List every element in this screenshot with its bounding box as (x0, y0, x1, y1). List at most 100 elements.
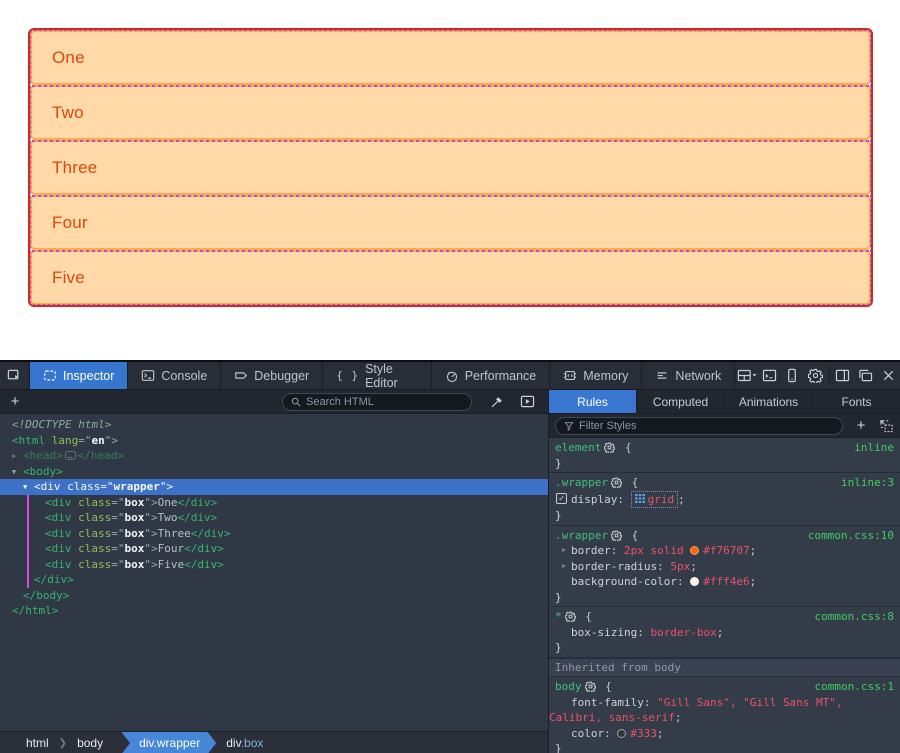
tab-console[interactable]: Console (128, 362, 221, 389)
color-swatch[interactable] (690, 546, 699, 555)
gear-icon[interactable] (585, 681, 596, 692)
tab-label: Inspector (63, 369, 114, 383)
markup-node[interactable]: <div class="box">One</div> (0, 495, 548, 511)
tab-debugger[interactable]: Debugger (221, 362, 323, 389)
tab-performance[interactable]: Performance (432, 362, 551, 389)
source-link[interactable]: inline (854, 440, 894, 456)
markup-panel: + (0, 390, 548, 753)
search-html-box[interactable] (282, 393, 472, 411)
search-icon (291, 397, 301, 407)
breadcrumb-item-html[interactable]: html (16, 736, 59, 750)
tab-computed[interactable]: Computed (637, 390, 725, 413)
source-link[interactable]: common.css:10 (808, 528, 894, 544)
markup-node[interactable]: ▼<body> (0, 464, 548, 480)
breadcrumb-item-div-box[interactable]: div.box (216, 736, 273, 750)
open-brace: { (625, 529, 638, 542)
markup-node[interactable]: </body> (0, 588, 548, 604)
declaration-checkbox[interactable]: ✓ (556, 493, 567, 504)
eyedropper-icon[interactable] (482, 395, 512, 409)
css-declaration: ▶border-radius: 5px; (549, 559, 900, 575)
markup-node[interactable]: <html lang="en"> (0, 433, 548, 449)
gear-icon[interactable] (611, 477, 622, 488)
dock-options-icon[interactable] (735, 362, 758, 389)
markup-node[interactable]: <div class="box">Five</div> (0, 557, 548, 573)
css-selector[interactable]: .wrapper (555, 476, 608, 489)
color-swatch[interactable] (690, 577, 699, 586)
gear-icon[interactable] (611, 530, 622, 541)
markup-node-selected[interactable]: ▼<div class="wrapper"> (0, 479, 548, 495)
markup-token: </div> (178, 496, 218, 509)
css-property-name: background-color (571, 575, 677, 588)
markup-node[interactable]: <!DOCTYPE html> (0, 417, 548, 433)
markup-node[interactable]: </html> (0, 603, 548, 619)
tab-memory[interactable]: Memory (550, 362, 642, 389)
colon: : (604, 727, 617, 740)
console-icon (141, 369, 155, 382)
css-selector[interactable]: element (555, 441, 601, 454)
css-selector[interactable]: body (555, 680, 582, 693)
gear-icon[interactable] (604, 442, 615, 453)
markup-node[interactable]: <div class="box">Four</div> (0, 541, 548, 557)
source-link[interactable]: common.css:8 (815, 609, 894, 625)
markup-token: </div> (184, 558, 224, 571)
add-rule-button[interactable]: + (851, 417, 871, 434)
grid-wrapper: OneTwoThreeFourFive (28, 28, 873, 307)
tab-network[interactable]: Network (642, 362, 735, 389)
grid-box: Three (30, 140, 871, 195)
tab-inspector[interactable]: Inspector (30, 362, 128, 389)
markup-node[interactable]: <div class="box">Two</div> (0, 510, 548, 526)
close-icon[interactable] (877, 362, 900, 389)
split-console-icon[interactable] (758, 362, 781, 389)
color-swatch[interactable] (617, 729, 626, 738)
responsive-mode-icon[interactable] (781, 362, 804, 389)
breadcrumb-item-body[interactable]: body (67, 736, 113, 750)
ellipsis-badge[interactable]: … (65, 451, 76, 460)
filter-styles-box[interactable] (555, 417, 843, 435)
tab-style-editor[interactable]: { } Style Editor (323, 362, 432, 389)
twisty-icon[interactable]: ▼ (12, 465, 16, 481)
rule-selector-line: body {common.css:1 (549, 679, 900, 695)
source-link[interactable]: inline:3 (841, 475, 894, 491)
expand-icon[interactable]: ▶ (562, 559, 566, 575)
markup-node[interactable]: </div> (0, 572, 548, 588)
toggle-pseudo-class-panel-icon[interactable] (879, 419, 894, 433)
gear-icon[interactable] (565, 611, 576, 622)
source-link[interactable]: common.css:1 (815, 679, 894, 695)
markup-token: class (72, 527, 112, 540)
markup-node[interactable]: ▶<head>…</head> (0, 448, 548, 464)
search-html-input[interactable] (306, 396, 456, 408)
markup-token: =" (78, 434, 91, 447)
tab-label: Network (675, 369, 721, 383)
css-declaration: ▶border: 2px solid #f76707; (549, 543, 900, 559)
grid-highlighter-toggle[interactable]: grid (631, 491, 679, 509)
filter-styles-input[interactable] (579, 420, 729, 432)
markup-token: "> (144, 542, 157, 555)
markup-token: =" (111, 496, 124, 509)
markup-node[interactable]: <div class="box">Three</div> (0, 526, 548, 542)
css-selector[interactable]: .wrapper (555, 529, 608, 542)
css-property-name: color (571, 727, 604, 740)
separate-window-icon[interactable] (854, 362, 877, 389)
twisty-icon[interactable]: ▼ (23, 480, 27, 496)
markup-token: =" (100, 480, 113, 493)
open-brace: { (618, 441, 631, 454)
markup-token: <div (45, 527, 72, 540)
tab-rules[interactable]: Rules (549, 390, 637, 413)
breadcrumb: html ❯ body div.wrapper div.box (0, 731, 548, 753)
css-selector[interactable]: * (555, 610, 562, 623)
tab-fonts[interactable]: Fonts (813, 390, 900, 413)
add-node-button[interactable]: + (0, 393, 30, 410)
pick-element-icon[interactable] (0, 362, 30, 389)
expand-icon[interactable]: ▶ (562, 543, 566, 559)
settings-icon[interactable] (804, 362, 827, 389)
breadcrumb-item-div-wrapper[interactable]: div.wrapper (121, 732, 216, 753)
css-value: #333 (630, 727, 657, 740)
markup-token: class (61, 480, 101, 493)
tab-animations[interactable]: Animations (725, 390, 813, 413)
sidebar-toggle-icon[interactable] (832, 362, 855, 389)
twisty-icon[interactable]: ▶ (12, 449, 16, 465)
semicolon: ; (675, 711, 682, 724)
markup-token: =" (111, 542, 124, 555)
rule-section: * {common.css:8box-sizing: border-box;} (549, 607, 900, 658)
paused-debugger-icon[interactable] (512, 395, 542, 408)
